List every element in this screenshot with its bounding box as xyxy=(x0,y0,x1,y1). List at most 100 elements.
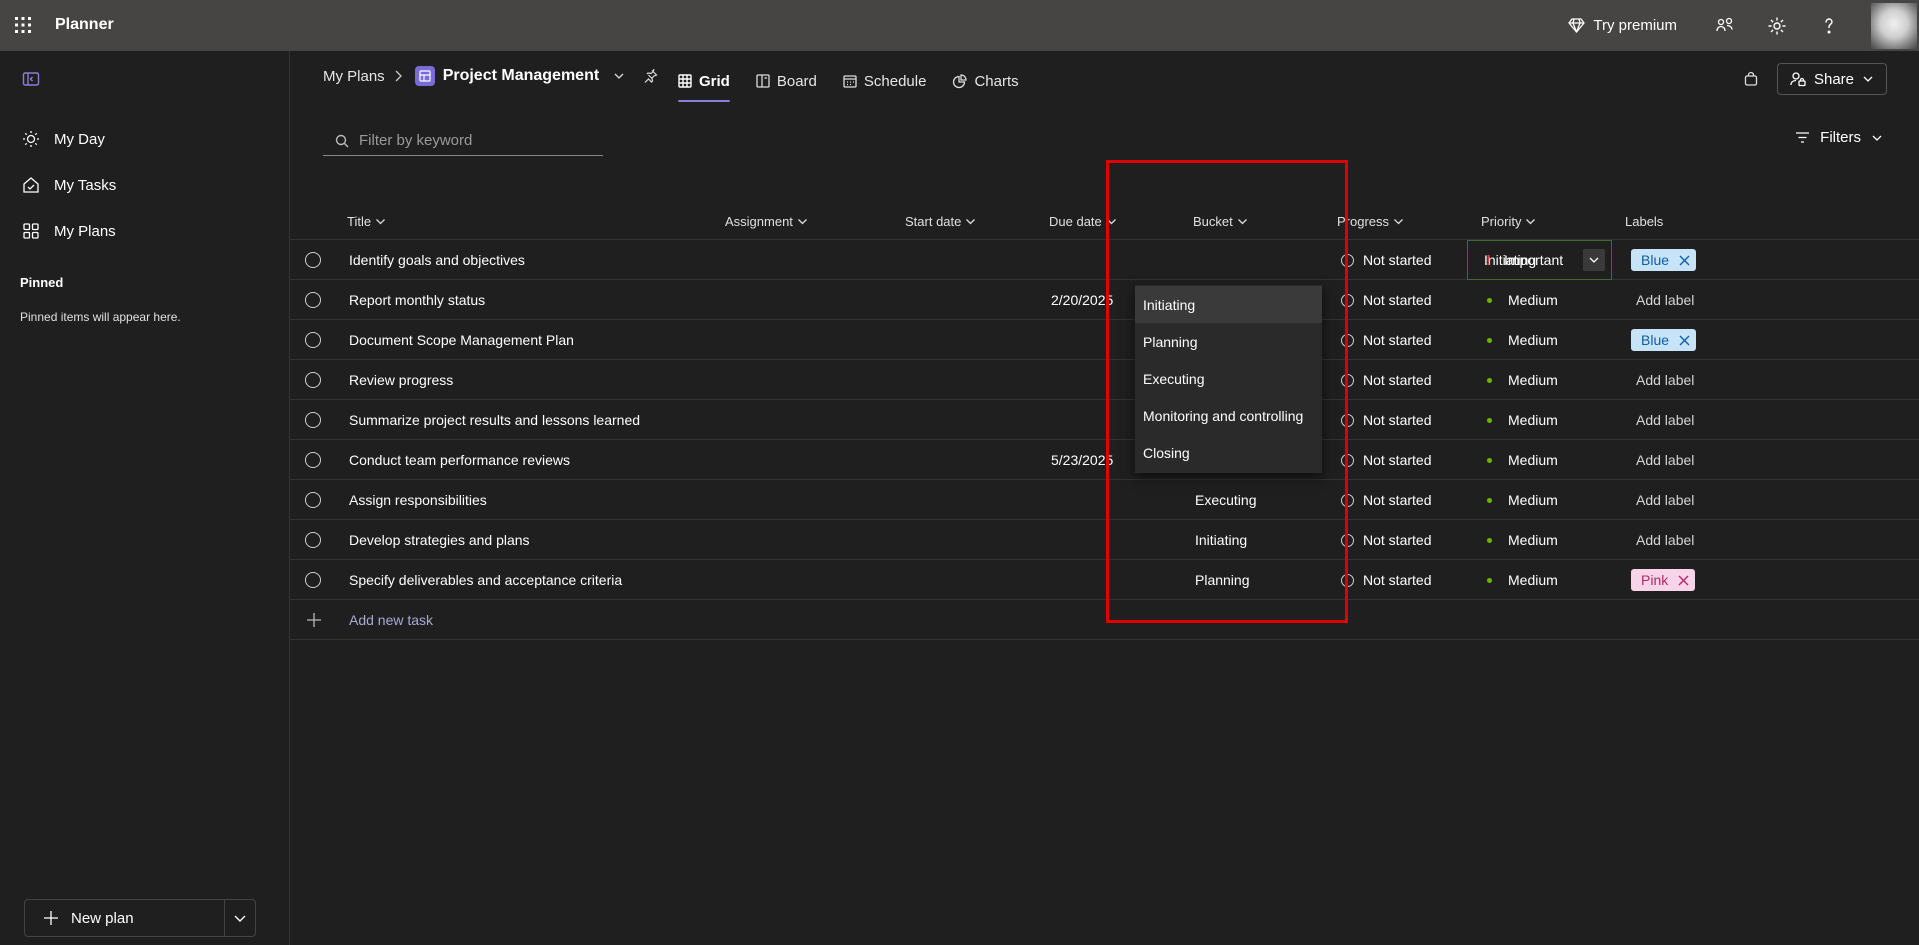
task-title[interactable]: Document Scope Management Plan xyxy=(349,320,574,360)
add-label-link[interactable]: Add label xyxy=(1636,372,1694,388)
new-plan-button[interactable]: New plan xyxy=(25,900,225,936)
help-icon[interactable] xyxy=(1819,16,1839,36)
progress-cell[interactable]: Not started xyxy=(1341,320,1431,360)
add-label-link[interactable]: Add label xyxy=(1636,532,1694,548)
priority-cell[interactable]: Medium xyxy=(1481,280,1558,320)
complete-task-checkbox[interactable] xyxy=(305,292,321,308)
add-new-task-row[interactable]: Add new task xyxy=(290,600,1919,640)
progress-cell[interactable]: Not started xyxy=(1341,480,1431,520)
priority-value: Medium xyxy=(1508,292,1558,308)
task-title[interactable]: Conduct team performance reviews xyxy=(349,440,570,480)
pin-icon[interactable] xyxy=(643,68,658,84)
tab-board[interactable]: Board xyxy=(756,60,817,102)
breadcrumb-my-plans[interactable]: My Plans xyxy=(323,68,385,85)
complete-task-checkbox[interactable] xyxy=(305,532,321,548)
progress-cell[interactable]: Not started xyxy=(1341,240,1431,280)
add-label-link[interactable]: Add label xyxy=(1636,412,1694,428)
table-row[interactable]: Identify goals and objectives Initiating… xyxy=(290,240,1919,280)
priority-cell[interactable]: Medium xyxy=(1481,440,1558,480)
sidebar-item-my-tasks[interactable]: My Tasks xyxy=(22,176,116,194)
task-due-date[interactable]: 5/23/2025 xyxy=(1051,440,1113,480)
task-title[interactable]: Identify goals and objectives xyxy=(349,240,525,280)
complete-task-checkbox[interactable] xyxy=(305,332,321,348)
gear-icon[interactable] xyxy=(1767,16,1787,36)
bag-icon[interactable] xyxy=(1743,71,1759,87)
table-row[interactable]: Assign responsibilities Executing Not st… xyxy=(290,480,1919,520)
priority-cell[interactable]: ! Important xyxy=(1481,240,1563,280)
column-header-title[interactable]: Title xyxy=(347,214,386,229)
priority-cell[interactable]: Medium xyxy=(1481,480,1558,520)
labels-cell[interactable]: Pink xyxy=(1631,560,1696,600)
table-row[interactable]: Conduct team performance reviews 5/23/20… xyxy=(290,440,1919,480)
labels-cell[interactable]: Add label xyxy=(1625,480,1694,520)
tab-grid[interactable]: Grid xyxy=(678,60,730,102)
task-title[interactable]: Review progress xyxy=(349,360,453,400)
labels-cell[interactable]: Add label xyxy=(1625,400,1694,440)
column-header-label: Labels xyxy=(1625,214,1664,229)
plan-title[interactable]: Project Management xyxy=(443,67,599,85)
priority-value: Important xyxy=(1504,252,1564,268)
add-label-link[interactable]: Add label xyxy=(1636,492,1694,508)
task-title[interactable]: Assign responsibilities xyxy=(349,480,487,520)
complete-task-checkbox[interactable] xyxy=(305,412,321,428)
collapse-sidebar-icon[interactable] xyxy=(22,70,40,88)
task-title[interactable]: Summarize project results and lessons le… xyxy=(349,400,640,440)
complete-task-checkbox[interactable] xyxy=(305,492,321,508)
priority-cell[interactable]: Medium xyxy=(1481,520,1558,560)
table-row[interactable]: Summarize project results and lessons le… xyxy=(290,400,1919,440)
progress-cell[interactable]: Not started xyxy=(1341,520,1431,560)
labels-cell[interactable]: Blue xyxy=(1631,320,1697,360)
close-icon[interactable] xyxy=(1679,335,1690,346)
task-title[interactable]: Report monthly status xyxy=(349,280,485,320)
medium-dot-icon xyxy=(1487,417,1492,423)
labels-cell[interactable]: Add label xyxy=(1625,360,1694,400)
avatar[interactable] xyxy=(1871,2,1917,49)
chevron-down-icon[interactable] xyxy=(1583,249,1605,271)
table-row[interactable]: Document Scope Management Plan Not start… xyxy=(290,320,1919,360)
task-title[interactable]: Specify deliverables and acceptance crit… xyxy=(349,560,622,600)
table-row[interactable]: Review progress Not started Medium Add l… xyxy=(290,360,1919,400)
add-label-link[interactable]: Add label xyxy=(1636,452,1694,468)
close-icon[interactable] xyxy=(1678,575,1689,586)
labels-cell[interactable]: Blue xyxy=(1631,240,1697,280)
labels-cell[interactable]: Add label xyxy=(1625,280,1694,320)
app-launcher-icon[interactable] xyxy=(13,15,33,35)
priority-cell[interactable]: Medium xyxy=(1481,320,1558,360)
share-people-icon[interactable] xyxy=(1715,16,1735,36)
tab-schedule[interactable]: Schedule xyxy=(843,60,926,102)
table-row[interactable]: Develop strategies and plans Initiating … xyxy=(290,520,1919,560)
labels-cell[interactable]: Add label xyxy=(1625,440,1694,480)
filter-keyword-input[interactable] xyxy=(359,132,579,149)
complete-task-checkbox[interactable] xyxy=(305,452,321,468)
labels-cell[interactable]: Add label xyxy=(1625,520,1694,560)
close-icon[interactable] xyxy=(1679,255,1690,266)
priority-cell[interactable]: Medium xyxy=(1481,360,1558,400)
column-header-priority[interactable]: Priority xyxy=(1481,214,1536,229)
task-title[interactable]: Develop strategies and plans xyxy=(349,520,530,560)
complete-task-checkbox[interactable] xyxy=(305,572,321,588)
sidebar-item-my-day[interactable]: My Day xyxy=(22,130,105,148)
chevron-down-icon[interactable] xyxy=(613,70,625,82)
tab-charts[interactable]: Charts xyxy=(952,60,1019,102)
table-row[interactable]: Specify deliverables and acceptance crit… xyxy=(290,560,1919,600)
share-button[interactable]: Share xyxy=(1776,63,1887,95)
try-premium-button[interactable]: Try premium xyxy=(1568,17,1677,34)
progress-cell[interactable]: Not started xyxy=(1341,360,1431,400)
priority-cell[interactable]: Medium xyxy=(1481,560,1558,600)
complete-task-checkbox[interactable] xyxy=(305,252,321,268)
progress-cell[interactable]: Not started xyxy=(1341,440,1431,480)
progress-cell[interactable]: Not started xyxy=(1341,280,1431,320)
column-header-start-date[interactable]: Start date xyxy=(905,214,976,229)
add-label-link[interactable]: Add label xyxy=(1636,292,1694,308)
table-row[interactable]: Report monthly status 2/20/2025 Not star… xyxy=(290,280,1919,320)
progress-cell[interactable]: Not started xyxy=(1341,400,1431,440)
chevron-down-icon[interactable] xyxy=(225,900,255,936)
app-title[interactable]: Planner xyxy=(55,16,114,34)
priority-cell[interactable]: Medium xyxy=(1481,400,1558,440)
sidebar-item-my-plans[interactable]: My Plans xyxy=(22,222,116,240)
complete-task-checkbox[interactable] xyxy=(305,372,321,388)
progress-cell[interactable]: Not started xyxy=(1341,560,1431,600)
task-due-date[interactable]: 2/20/2025 xyxy=(1051,280,1113,320)
column-header-assignment[interactable]: Assignment xyxy=(725,214,808,229)
filters-button[interactable]: Filters xyxy=(1795,129,1883,146)
